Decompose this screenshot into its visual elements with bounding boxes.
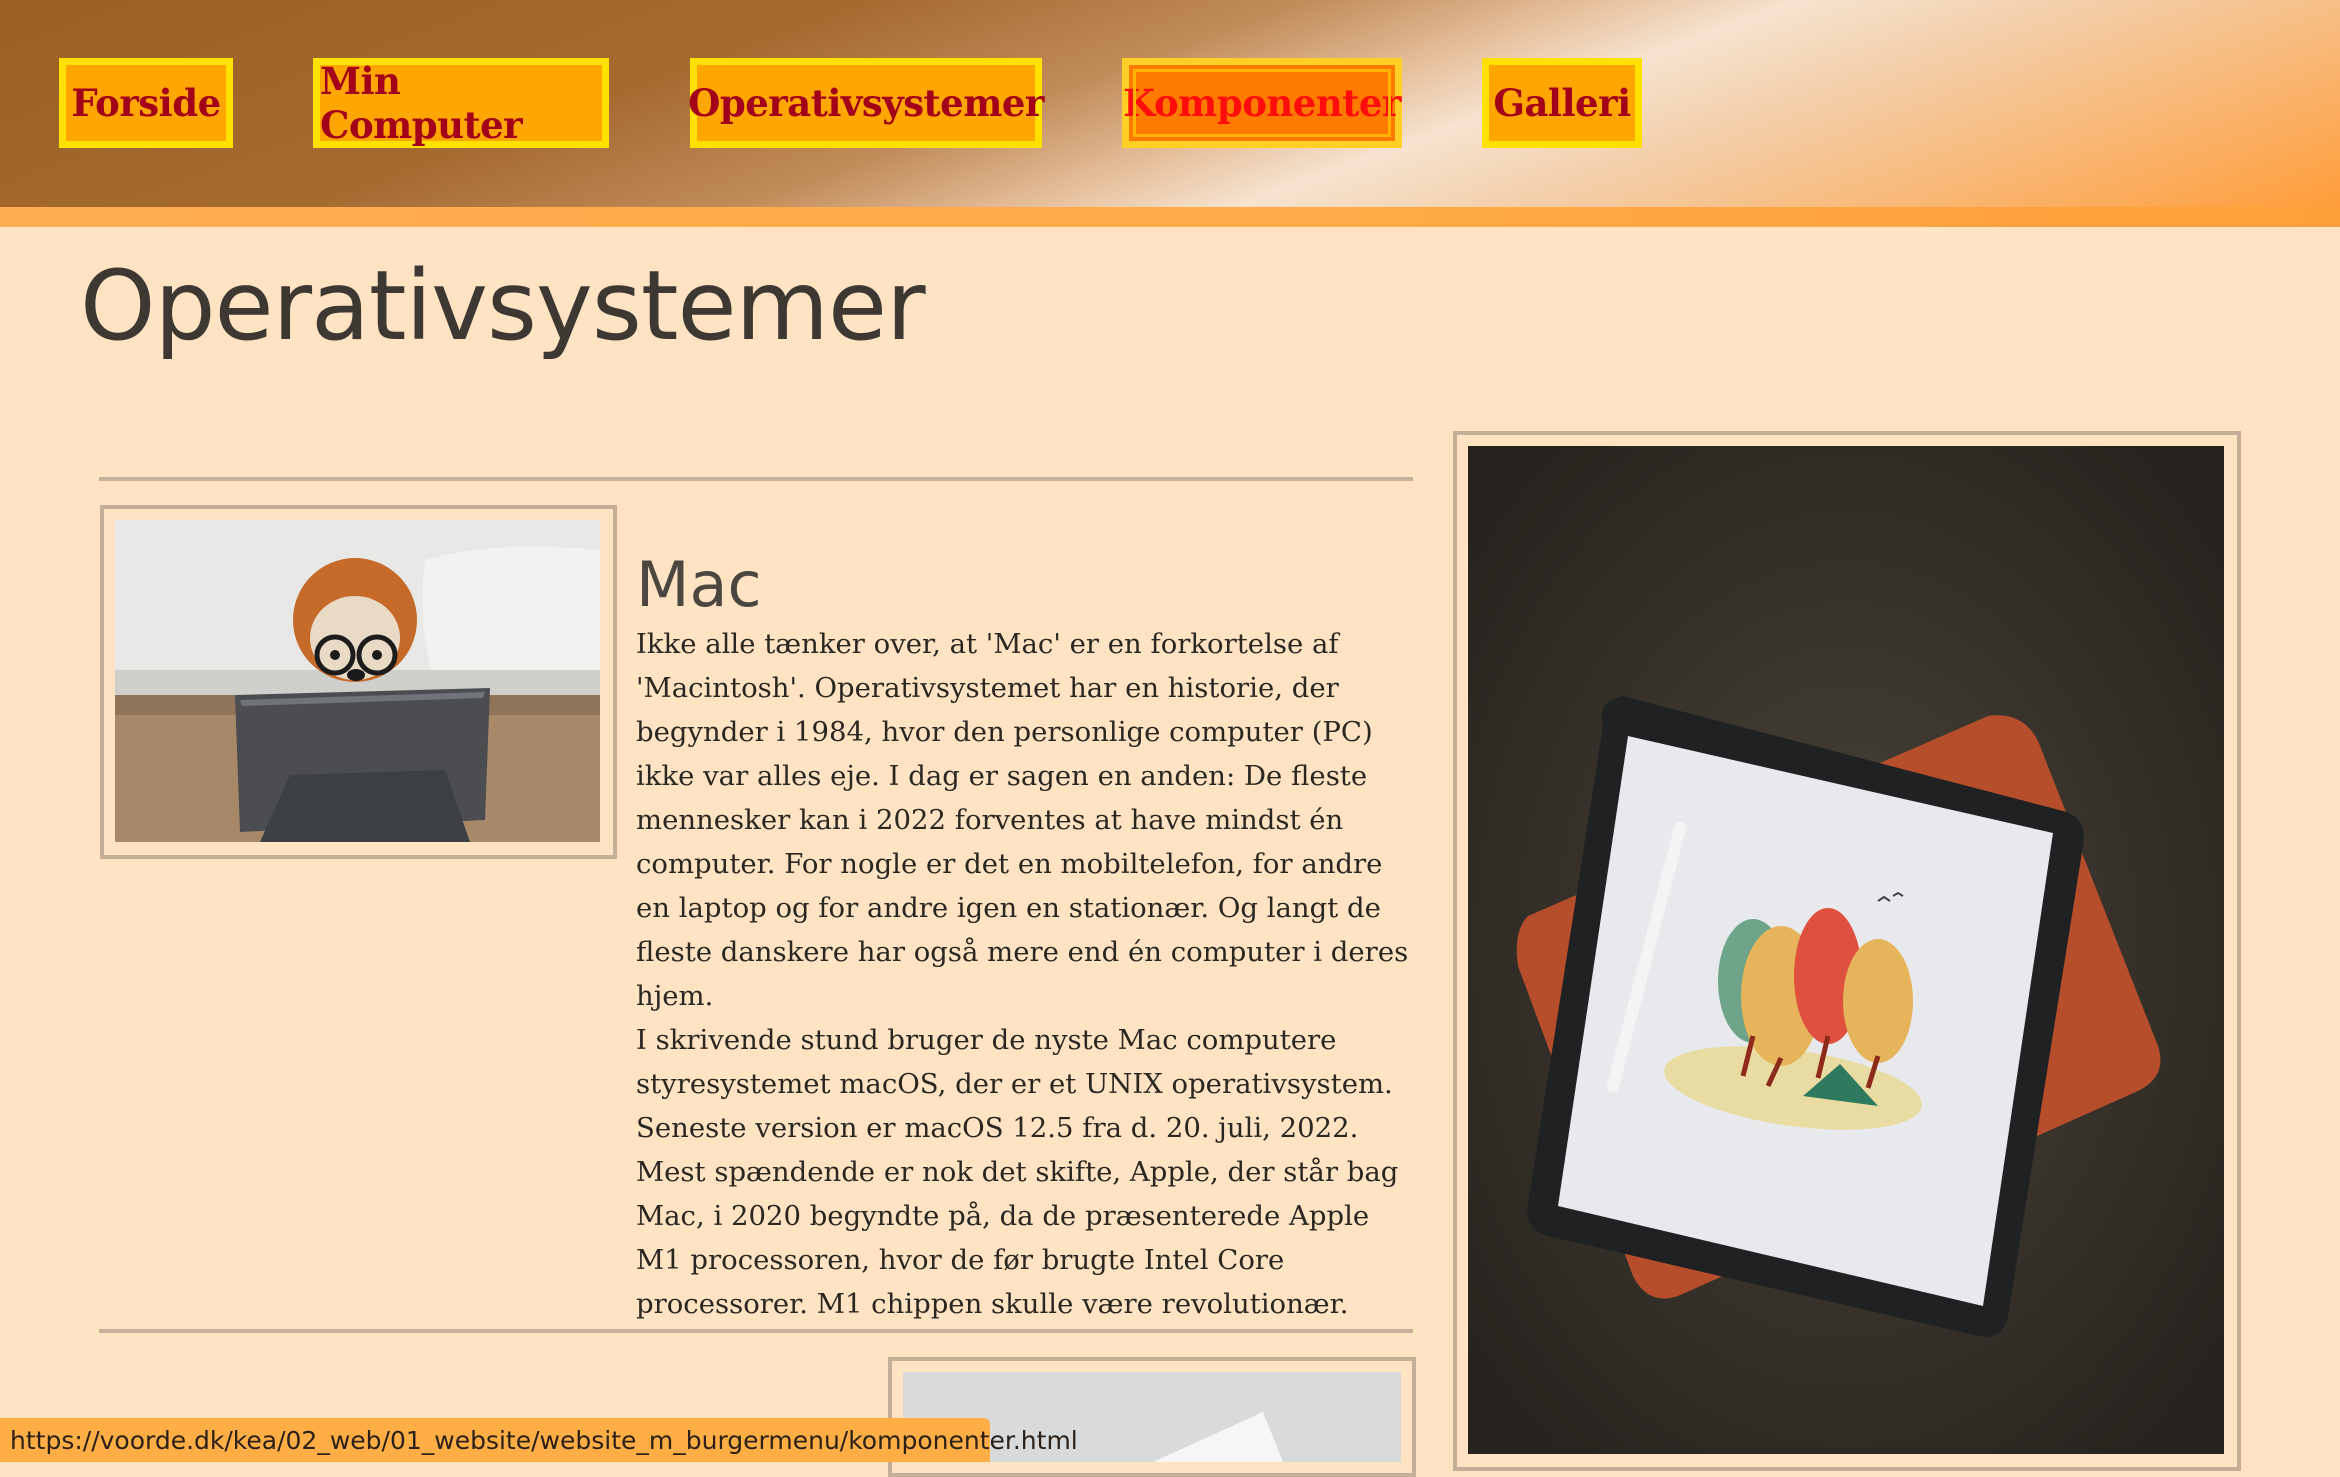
section-title-mac: Mac	[636, 548, 762, 621]
nav-link-komponenter[interactable]: Komponenter	[1122, 58, 1402, 148]
nav-link-operativsystemer[interactable]: Operativsystemer	[688, 58, 1044, 148]
paragraph: I skrivende stund bruger de nyste Mac co…	[636, 1024, 1399, 1320]
section-divider	[99, 477, 1413, 481]
status-url: https://voorde.dk/kea/02_web/01_website/…	[10, 1425, 1078, 1455]
section-body-mac: Ikke alle tænker over, at 'Mac' er en fo…	[636, 622, 1416, 1326]
nav-link-min-computer[interactable]: Min Computer	[313, 58, 609, 148]
dog-tablet-photo	[115, 520, 602, 844]
browser-status-bar: https://voorde.dk/kea/02_web/01_website/…	[0, 1418, 1078, 1462]
tablet-illustration-photo	[1468, 446, 2226, 1456]
site-header: Forside Min Computer Operativsystemer Ko…	[0, 0, 2340, 207]
page-title: Operativsystemer	[80, 250, 926, 362]
header-accent-stripe	[0, 207, 2340, 227]
tablet-photo-frame	[1453, 431, 2241, 1471]
nav-link-galleri[interactable]: Galleri	[1482, 58, 1642, 148]
dog-photo-frame	[100, 505, 617, 859]
paragraph: Ikke alle tænker over, at 'Mac' er en fo…	[636, 628, 1409, 1012]
section-divider	[99, 1329, 1413, 1333]
nav-link-forside[interactable]: Forside	[59, 58, 233, 148]
